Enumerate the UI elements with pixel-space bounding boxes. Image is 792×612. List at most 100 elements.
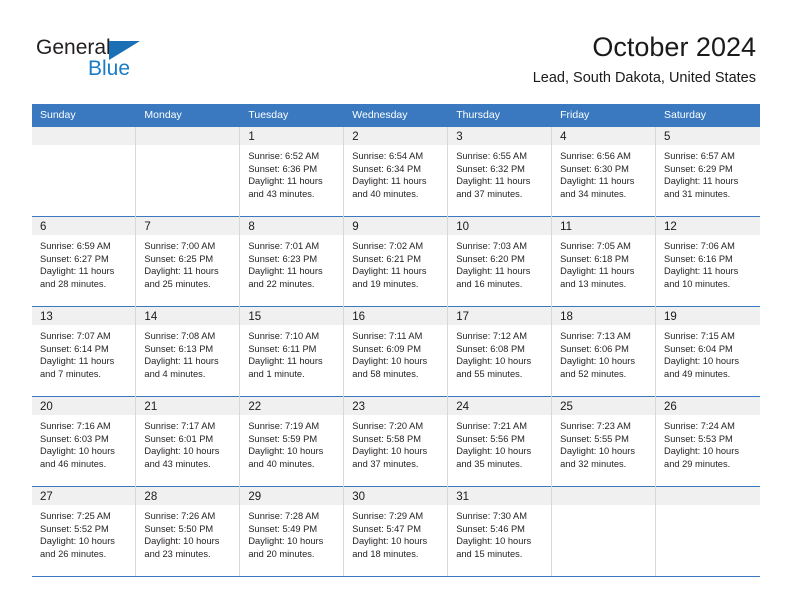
calendar-day-cell[interactable]: 14 Sunrise: 7:08 AM Sunset: 6:13 PM Dayligh… [135, 306, 241, 397]
calendar-day-cell[interactable]: 29 Sunrise: 7:28 AM Sunset: 5:49 PM Dayligh… [239, 486, 345, 577]
calendar-day-cell[interactable]: 25 Sunrise: 7:23 AM Sunset: 5:55 PM Dayligh… [551, 396, 657, 487]
daylight-duration-line2: and 37 minutes. [352, 458, 419, 469]
calendar-day-cell[interactable]: 28 Sunrise: 7:26 AM Sunset: 5:50 PM Dayligh… [135, 486, 241, 577]
daylight-duration-line1: Daylight: 11 hours [352, 266, 427, 277]
sunrise-time: Sunrise: 7:29 AM [352, 511, 424, 521]
calendar-day-cell[interactable]: 23 Sunrise: 7:20 AM Sunset: 5:58 PM Dayligh… [343, 396, 449, 487]
day-number [552, 487, 656, 505]
calendar-day-cell-empty [551, 486, 657, 577]
sunset-time: Sunset: 6:20 PM [456, 253, 525, 264]
sunset-time: Sunset: 6:03 PM [40, 433, 109, 444]
day-number: 26 [656, 397, 760, 415]
sunrise-time: Sunrise: 6:52 AM [248, 151, 320, 161]
daylight-duration-line2: and 31 minutes. [664, 188, 731, 199]
calendar-day-cell[interactable]: 3 Sunrise: 6:55 AM Sunset: 6:32 PM Daylight… [447, 126, 553, 217]
calendar-day-cell[interactable]: 16 Sunrise: 7:11 AM Sunset: 6:09 PM Dayligh… [343, 306, 449, 397]
calendar-day-cell[interactable]: 2 Sunrise: 6:54 AM Sunset: 6:34 PM Daylight… [343, 126, 449, 217]
day-details: Sunrise: 7:01 AM Sunset: 6:23 PM Daylight:… [240, 235, 343, 290]
calendar-day-cell[interactable]: 24 Sunrise: 7:21 AM Sunset: 5:56 PM Dayligh… [447, 396, 553, 487]
sunrise-time: Sunrise: 7:15 AM [664, 331, 735, 341]
general-blue-logo[interactable]: General Blue [36, 36, 216, 84]
calendar-day-cell[interactable]: 20 Sunrise: 7:16 AM Sunset: 6:03 PM Dayligh… [32, 396, 137, 487]
day-number [32, 127, 136, 145]
sunrise-time: Sunrise: 7:30 AM [456, 511, 527, 521]
daylight-duration-line2: and 43 minutes. [248, 188, 315, 199]
sunset-time: Sunset: 5:46 PM [456, 523, 525, 534]
calendar-day-cell[interactable]: 19 Sunrise: 7:15 AM Sunset: 6:04 PM Dayligh… [655, 306, 760, 397]
daylight-duration-line2: and 52 minutes. [560, 368, 627, 379]
calendar-day-cell[interactable]: 18 Sunrise: 7:13 AM Sunset: 6:06 PM Dayligh… [551, 306, 657, 397]
calendar-day-cell[interactable]: 11 Sunrise: 7:05 AM Sunset: 6:18 PM Dayligh… [551, 216, 657, 307]
sunset-time: Sunset: 6:08 PM [456, 343, 525, 354]
calendar-day-cell[interactable]: 8 Sunrise: 7:01 AM Sunset: 6:23 PM Daylight… [239, 216, 345, 307]
daylight-duration-line2: and 23 minutes. [144, 548, 211, 559]
day-details: Sunrise: 7:12 AM Sunset: 6:08 PM Daylight:… [448, 325, 551, 380]
sunrise-time: Sunrise: 7:08 AM [144, 331, 216, 341]
calendar-day-cell[interactable]: 7 Sunrise: 7:00 AM Sunset: 6:25 PM Daylight… [135, 216, 241, 307]
sunset-time: Sunset: 6:32 PM [456, 163, 525, 174]
daylight-duration-line2: and 40 minutes. [352, 188, 419, 199]
day-details: Sunrise: 7:15 AM Sunset: 6:04 PM Daylight:… [656, 325, 759, 380]
day-number: 15 [240, 307, 344, 325]
sunset-time: Sunset: 5:58 PM [352, 433, 421, 444]
calendar-grid: Sunday Monday Tuesday Wednesday Thursday Frid… [32, 104, 760, 577]
calendar-day-cell[interactable]: 27 Sunrise: 7:25 AM Sunset: 5:52 PM Dayligh… [32, 486, 137, 577]
day-number: 18 [552, 307, 656, 325]
calendar-day-cell[interactable]: 12 Sunrise: 7:06 AM Sunset: 6:16 PM Dayligh… [655, 216, 760, 307]
calendar-day-cell[interactable]: 17 Sunrise: 7:12 AM Sunset: 6:08 PM Dayligh… [447, 306, 553, 397]
calendar-day-cell[interactable]: 26 Sunrise: 7:24 AM Sunset: 5:53 PM Dayligh… [655, 396, 760, 487]
calendar-day-cell[interactable]: 30 Sunrise: 7:29 AM Sunset: 5:47 PM Dayligh… [343, 486, 449, 577]
sunset-time: Sunset: 5:53 PM [664, 433, 733, 444]
calendar-day-cell[interactable]: 1 Sunrise: 6:52 AM Sunset: 6:36 PM Daylight… [239, 126, 345, 217]
calendar-day-cell[interactable]: 22 Sunrise: 7:19 AM Sunset: 5:59 PM Dayligh… [239, 396, 345, 487]
day-details: Sunrise: 7:20 AM Sunset: 5:58 PM Daylight:… [344, 415, 447, 470]
weekday-header-tuesday: Tuesday [239, 104, 345, 127]
sunset-time: Sunset: 6:18 PM [560, 253, 629, 264]
sunset-time: Sunset: 6:27 PM [40, 253, 109, 264]
page-subtitle: Lead, South Dakota, United States [532, 70, 756, 86]
day-number: 7 [136, 217, 240, 235]
calendar-day-cell[interactable]: 13 Sunrise: 7:07 AM Sunset: 6:14 PM Dayligh… [32, 306, 137, 397]
daylight-duration-line1: Daylight: 11 hours [248, 356, 323, 367]
daylight-duration-line1: Daylight: 11 hours [40, 266, 115, 277]
calendar-day-cell[interactable]: 21 Sunrise: 7:17 AM Sunset: 6:01 PM Dayligh… [135, 396, 241, 487]
daylight-duration-line1: Daylight: 10 hours [40, 446, 115, 457]
day-number: 13 [32, 307, 136, 325]
daylight-duration-line2: and 40 minutes. [248, 458, 315, 469]
calendar-day-cell[interactable]: 15 Sunrise: 7:10 AM Sunset: 6:11 PM Dayligh… [239, 306, 345, 397]
logo-text-blue: Blue [88, 57, 131, 80]
calendar-day-cell[interactable]: 31 Sunrise: 7:30 AM Sunset: 5:46 PM Dayligh… [447, 486, 553, 577]
daylight-duration-line2: and 32 minutes. [560, 458, 627, 469]
daylight-duration-line1: Daylight: 10 hours [664, 356, 739, 367]
calendar-day-cell[interactable]: 6 Sunrise: 6:59 AM Sunset: 6:27 PM Daylight… [32, 216, 137, 307]
weekday-header-friday: Friday [551, 104, 657, 127]
day-details: Sunrise: 7:17 AM Sunset: 6:01 PM Daylight:… [136, 415, 239, 470]
daylight-duration-line1: Daylight: 10 hours [456, 446, 532, 457]
daylight-duration-line1: Daylight: 11 hours [560, 266, 635, 277]
sunrise-time: Sunrise: 6:56 AM [560, 151, 631, 161]
calendar-day-cell[interactable]: 5 Sunrise: 6:57 AM Sunset: 6:29 PM Daylight… [655, 126, 760, 217]
daylight-duration-line2: and 28 minutes. [40, 278, 107, 289]
sunset-time: Sunset: 6:14 PM [40, 343, 109, 354]
sunrise-time: Sunrise: 7:13 AM [560, 331, 631, 341]
daylight-duration-line2: and 49 minutes. [664, 368, 731, 379]
day-number: 2 [344, 127, 448, 145]
calendar-day-cell[interactable]: 10 Sunrise: 7:03 AM Sunset: 6:20 PM Dayligh… [447, 216, 553, 307]
calendar-day-cell[interactable]: 9 Sunrise: 7:02 AM Sunset: 6:21 PM Daylight… [343, 216, 449, 307]
daylight-duration-line1: Daylight: 10 hours [560, 356, 636, 367]
sunrise-time: Sunrise: 7:23 AM [560, 421, 631, 431]
page-header: General Blue October 2024 Lead, South Da… [0, 0, 792, 104]
day-details: Sunrise: 7:13 AM Sunset: 6:06 PM Daylight:… [552, 325, 655, 380]
day-details: Sunrise: 7:07 AM Sunset: 6:14 PM Daylight:… [32, 325, 135, 380]
daylight-duration-line1: Daylight: 10 hours [352, 446, 428, 457]
daylight-duration-line1: Daylight: 10 hours [352, 356, 428, 367]
sunset-time: Sunset: 6:13 PM [144, 343, 214, 354]
daylight-duration-line1: Daylight: 10 hours [248, 536, 324, 547]
sunrise-time: Sunrise: 7:26 AM [144, 511, 216, 521]
day-details: Sunrise: 6:52 AM Sunset: 6:36 PM Daylight:… [240, 145, 343, 200]
day-details: Sunrise: 7:02 AM Sunset: 6:21 PM Daylight:… [344, 235, 447, 290]
daylight-duration-line2: and 13 minutes. [560, 278, 627, 289]
calendar-day-cell[interactable]: 4 Sunrise: 6:56 AM Sunset: 6:30 PM Daylight… [551, 126, 657, 217]
day-number: 29 [240, 487, 344, 505]
sunset-time: Sunset: 6:04 PM [664, 343, 733, 354]
